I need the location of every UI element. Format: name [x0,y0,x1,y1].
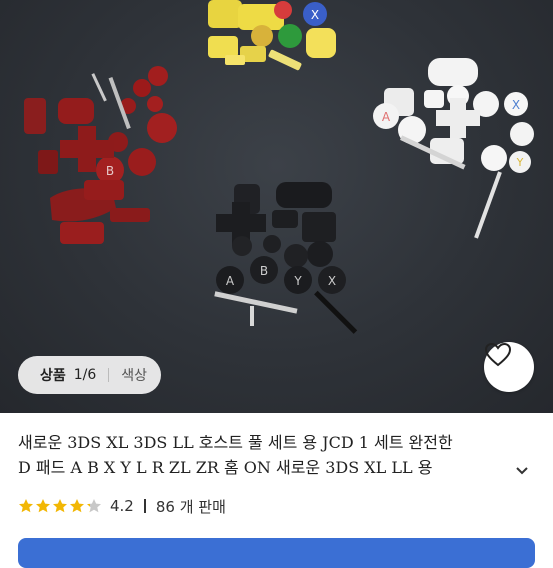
product-title-line-1: 새로운 3DS XL 3DS LL 호스트 풀 세트 용 JCD 1 세트 완전… [18,433,453,452]
product-photo[interactable]: X B A B Y X X A Y 상품 1/6 색상 [0,0,553,413]
pager-counter: 1/6 [73,367,97,383]
product-title-line-2: D 패드 A B X Y L R ZL ZR 홈 ON 새로운 3DS XL L… [18,458,433,477]
pager-label: 상품 [40,368,66,384]
favorite-button[interactable] [484,342,534,392]
svg-text:X: X [328,274,336,288]
rating-row[interactable]: 4.2 86 개 판매 [18,495,226,517]
black-button-set: A B Y X [214,182,358,334]
star-icon [19,499,33,513]
white-button-set: X A Y [373,58,534,239]
star-rating [18,498,102,514]
sold-count: 86 개 판매 [155,497,226,516]
heart-icon [484,342,512,367]
svg-text:X: X [311,8,319,22]
star-icon [53,499,67,513]
yellow-button-set: X [208,0,336,71]
svg-text:B: B [106,164,114,178]
chevron-down-icon [516,467,528,475]
color-option-link[interactable]: 색상 [121,365,147,385]
primary-action-button[interactable] [18,538,535,568]
image-pager[interactable]: 상품 1/6 색상 [18,356,162,394]
svg-text:Y: Y [293,274,302,288]
svg-text:A: A [226,274,235,288]
svg-text:A: A [382,110,391,124]
rating-divider [143,499,146,513]
svg-text:B: B [260,264,268,278]
star-icon [87,499,101,513]
svg-text:X: X [512,98,520,112]
red-button-set: B [24,66,177,244]
svg-text:Y: Y [516,156,524,169]
star-icon [70,499,84,513]
expand-title-button[interactable] [513,462,531,476]
rating-score: 4.2 [110,497,134,515]
product-title: 새로운 3DS XL 3DS LL 호스트 풀 세트 용 JCD 1 세트 완전… [18,430,523,480]
product-image: X B A B Y X X A Y [24,0,534,334]
pager-divider [108,368,110,382]
star-icon [36,499,50,513]
